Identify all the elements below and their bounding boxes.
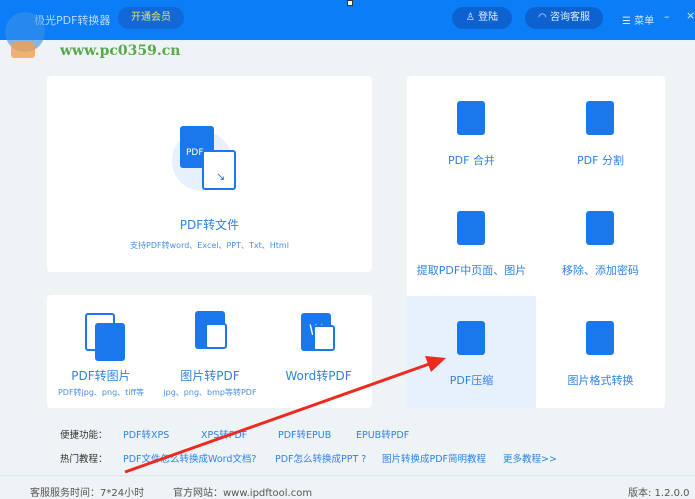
annotation-arrow <box>124 356 446 474</box>
